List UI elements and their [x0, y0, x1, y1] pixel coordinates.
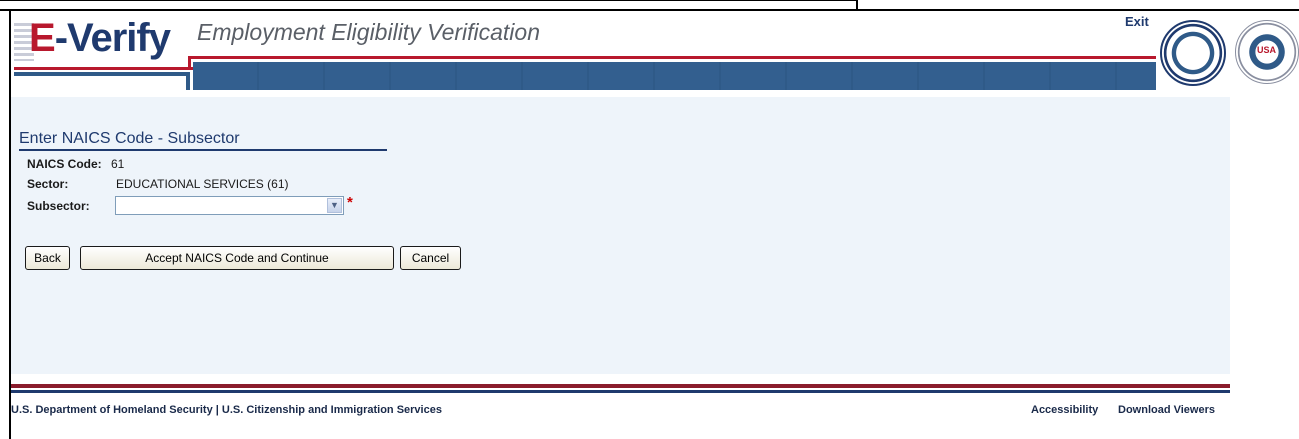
header-band	[193, 62, 1156, 90]
header-band	[14, 72, 190, 76]
title-underline	[19, 149, 387, 151]
header-divider	[14, 67, 194, 70]
naics-code-label: NAICS Code:	[27, 157, 102, 171]
download-viewers-link[interactable]: Download Viewers	[1118, 404, 1215, 416]
accessibility-link[interactable]: Accessibility	[1031, 404, 1098, 416]
sector-label: Sector:	[27, 177, 69, 191]
site-tagline: Employment Eligibility Verification	[197, 19, 541, 45]
footer-agencies: U.S. Department of Homeland Security | U…	[11, 404, 442, 416]
frame-line	[856, 0, 858, 11]
naics-code-value: 61	[111, 157, 125, 171]
footer-divider	[11, 384, 1230, 388]
dhs-seal-icon	[1160, 20, 1226, 86]
frame-line	[0, 0, 858, 1]
subsector-label: Subsector:	[27, 199, 90, 213]
header-band	[186, 72, 190, 90]
footer-divider	[11, 390, 1230, 393]
e-verify-logo: E-Verify	[29, 16, 171, 60]
ssa-seal-usa-text: USA	[1257, 45, 1277, 55]
required-marker: *	[347, 194, 353, 211]
accept-naics-button[interactable]: Accept NAICS Code and Continue	[80, 246, 394, 270]
header-divider	[190, 56, 1156, 59]
back-button[interactable]: Back	[25, 246, 70, 270]
page-title: Enter NAICS Code - Subsector	[19, 130, 240, 147]
chevron-down-icon[interactable]: ▼	[327, 198, 342, 213]
subsector-select[interactable]: ▼	[115, 196, 344, 215]
cancel-button[interactable]: Cancel	[400, 246, 461, 270]
ssa-seal-icon: USA	[1235, 20, 1299, 84]
frame-line	[0, 9, 1299, 11]
header-divider	[188, 56, 191, 70]
exit-link[interactable]: Exit	[1125, 14, 1149, 29]
sector-value: EDUCATIONAL SERVICES (61)	[116, 177, 289, 191]
